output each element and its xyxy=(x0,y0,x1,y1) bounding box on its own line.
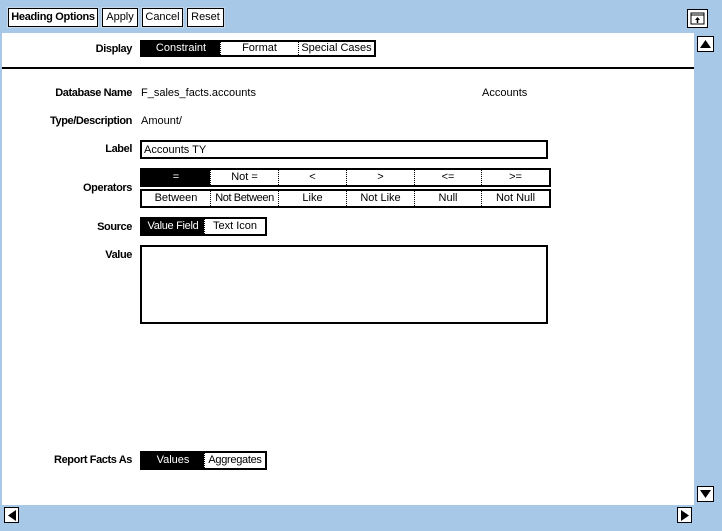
operator-like[interactable]: Like xyxy=(278,191,346,206)
database-name-label: Database Name xyxy=(55,87,132,99)
source-value-field[interactable]: Value Field xyxy=(142,219,204,234)
operators-row-2: Between Not Between Like Not Like Null N… xyxy=(140,189,551,208)
tab-special-cases[interactable]: Special Cases xyxy=(298,42,374,55)
triangle-left-icon[interactable] xyxy=(4,507,19,523)
operator-less-than[interactable]: < xyxy=(278,170,346,185)
horizontal-scrollbar[interactable] xyxy=(2,506,694,524)
value-label: Value xyxy=(105,249,132,261)
window-restore-icon[interactable] xyxy=(687,9,708,28)
cancel-button[interactable]: Cancel xyxy=(141,7,184,28)
apply-button[interactable]: Apply xyxy=(101,7,139,28)
operator-not-null[interactable]: Not Null xyxy=(481,191,549,206)
operator-greater-than[interactable]: > xyxy=(346,170,414,185)
operators-row-1: = Not = < > <= >= xyxy=(140,168,551,187)
report-facts-values[interactable]: Values xyxy=(142,453,204,468)
database-name-value: F_sales_facts.accounts xyxy=(141,87,256,99)
report-facts-options: Values Aggregates xyxy=(140,451,267,470)
header-divider xyxy=(2,67,694,69)
reset-button[interactable]: Reset xyxy=(186,7,225,28)
tab-constraint[interactable]: Constraint xyxy=(142,42,220,55)
operator-not-equals[interactable]: Not = xyxy=(210,170,278,185)
display-tabs: Constraint Format Special Cases xyxy=(140,40,376,57)
operator-greater-equal[interactable]: >= xyxy=(481,170,549,185)
operator-not-between[interactable]: Not Between xyxy=(210,191,278,206)
type-description-value: Amount/ xyxy=(141,115,182,127)
heading-options-button[interactable]: Heading Options xyxy=(7,7,99,28)
label-field-label: Label xyxy=(105,143,132,155)
value-textarea[interactable] xyxy=(140,245,548,324)
operator-null[interactable]: Null xyxy=(414,191,481,206)
report-facts-label: Report Facts As xyxy=(54,454,132,466)
operator-between[interactable]: Between xyxy=(142,191,210,206)
operators-label: Operators xyxy=(83,182,132,194)
operator-equals[interactable]: = xyxy=(142,170,210,185)
source-text-icon[interactable]: Text Icon xyxy=(204,219,265,234)
database-alias-value: Accounts xyxy=(482,87,528,99)
display-label: Display xyxy=(95,43,133,55)
type-description-label: Type/Description xyxy=(49,115,132,127)
operator-less-equal[interactable]: <= xyxy=(414,170,481,185)
label-input[interactable] xyxy=(140,140,548,159)
operator-not-like[interactable]: Not Like xyxy=(346,191,414,206)
source-options: Value Field Text Icon xyxy=(140,217,267,236)
triangle-down-icon[interactable] xyxy=(697,486,714,502)
report-facts-aggregates[interactable]: Aggregates xyxy=(204,453,265,468)
tab-format[interactable]: Format xyxy=(220,42,298,55)
heading-options-panel: Display Constraint Format Special Cases … xyxy=(2,33,694,505)
scroll-corner xyxy=(697,506,717,524)
vertical-scrollbar[interactable] xyxy=(695,34,715,504)
source-label: Source xyxy=(97,221,132,233)
triangle-right-icon[interactable] xyxy=(677,507,692,523)
triangle-up-icon[interactable] xyxy=(697,36,714,52)
